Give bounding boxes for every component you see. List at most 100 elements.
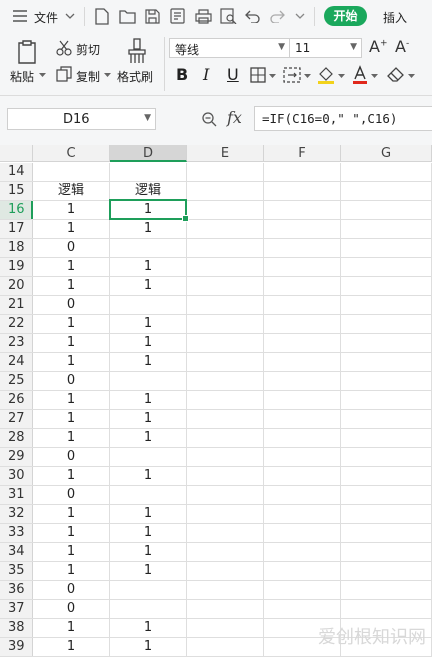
cell-c[interactable]: 1 [33, 562, 110, 580]
cell-empty[interactable] [341, 486, 432, 504]
borders-dropdown-icon[interactable] [268, 72, 276, 80]
cell-d[interactable] [110, 372, 187, 390]
increase-font-icon[interactable]: A+ [369, 37, 388, 56]
cell-empty[interactable] [264, 220, 341, 238]
cell-empty[interactable] [264, 182, 341, 200]
font-color-icon[interactable] [351, 64, 369, 86]
cell-empty[interactable] [341, 543, 432, 561]
cell-d[interactable]: 1 [110, 220, 187, 238]
cell-empty[interactable] [187, 410, 264, 428]
cell-empty[interactable] [264, 353, 341, 371]
row-header[interactable]: 18 [0, 239, 33, 257]
cell-d[interactable]: 1 [110, 562, 187, 580]
paste-button[interactable]: 粘贴 [10, 68, 34, 85]
new-file-icon[interactable] [94, 7, 110, 25]
cell-empty[interactable] [341, 277, 432, 295]
cell-empty[interactable] [264, 467, 341, 485]
cut-button[interactable]: 剪切 [76, 41, 100, 58]
cell-empty[interactable] [187, 391, 264, 409]
row-header[interactable]: 22 [0, 315, 33, 333]
cell-d[interactable]: 1 [110, 410, 187, 428]
row-header[interactable]: 25 [0, 372, 33, 390]
hamburger-menu-icon[interactable] [12, 9, 28, 23]
row-header[interactable]: 39 [0, 638, 33, 656]
name-box[interactable]: D16 ▼ [7, 108, 156, 130]
open-folder-icon[interactable] [118, 7, 136, 25]
cell-empty[interactable] [187, 467, 264, 485]
cell-empty[interactable] [341, 372, 432, 390]
column-header-c[interactable]: C [33, 145, 110, 162]
cell-empty[interactable] [264, 239, 341, 257]
cell-empty[interactable] [341, 562, 432, 580]
print-icon[interactable] [194, 7, 212, 25]
cell-empty[interactable] [187, 277, 264, 295]
column-header-f[interactable]: F [264, 145, 341, 162]
row-header[interactable]: 27 [0, 410, 33, 428]
cell-empty[interactable] [341, 296, 432, 314]
row-header[interactable]: 29 [0, 448, 33, 466]
scissors-icon[interactable] [55, 39, 73, 57]
cell-c[interactable]: 0 [33, 486, 110, 504]
row-header[interactable]: 21 [0, 296, 33, 314]
cell-empty[interactable] [264, 258, 341, 276]
cell-d[interactable]: 1 [110, 524, 187, 542]
column-header-d[interactable]: D [110, 145, 187, 162]
cell-empty[interactable] [187, 429, 264, 447]
font-color-dropdown-icon[interactable] [370, 72, 378, 80]
cell-empty[interactable] [187, 543, 264, 561]
cell-d[interactable]: 1 [110, 505, 187, 523]
cell-empty[interactable] [341, 258, 432, 276]
cell-empty[interactable] [341, 334, 432, 352]
row-header[interactable]: 34 [0, 543, 33, 561]
font-size-select[interactable]: 11 ▼ [289, 38, 362, 58]
cell-empty[interactable] [264, 448, 341, 466]
cell-empty[interactable] [264, 201, 341, 219]
cell-empty[interactable] [264, 334, 341, 352]
bold-button[interactable]: B [176, 65, 188, 84]
paste-icon[interactable] [14, 38, 40, 64]
merge-cells-icon[interactable] [282, 66, 302, 84]
cell-empty[interactable] [341, 315, 432, 333]
cell-empty[interactable] [341, 581, 432, 599]
cell-d[interactable]: 1 [110, 391, 187, 409]
cell-c[interactable]: 1 [33, 429, 110, 447]
font-size-dropdown-icon[interactable]: ▼ [350, 42, 357, 52]
cell-d[interactable]: 1 [110, 277, 187, 295]
cell-c[interactable]: 1 [33, 505, 110, 523]
eraser-icon[interactable] [386, 66, 406, 84]
cell-d[interactable] [110, 486, 187, 504]
tab-start[interactable]: 开始 [324, 6, 367, 26]
cell-empty[interactable] [187, 486, 264, 504]
cell-c[interactable]: 0 [33, 296, 110, 314]
cell-d[interactable]: 1 [110, 619, 187, 637]
cell-empty[interactable] [264, 505, 341, 523]
cell-c[interactable]: 1 [33, 201, 110, 219]
cell-empty[interactable] [264, 486, 341, 504]
name-box-dropdown-icon[interactable]: ▼ [144, 113, 151, 123]
cell-d[interactable]: 1 [110, 334, 187, 352]
cell-c[interactable]: 0 [33, 581, 110, 599]
row-header[interactable]: 31 [0, 486, 33, 504]
cell-c[interactable]: 1 [33, 277, 110, 295]
cell-empty[interactable] [341, 353, 432, 371]
cell-empty[interactable] [264, 391, 341, 409]
row-header[interactable]: 37 [0, 600, 33, 618]
cell-empty[interactable] [187, 201, 264, 219]
cell-empty[interactable] [264, 524, 341, 542]
cell-d[interactable] [110, 600, 187, 618]
cell-c[interactable]: 1 [33, 467, 110, 485]
cell-c[interactable]: 1 [33, 258, 110, 276]
cell-c[interactable]: 1 [33, 391, 110, 409]
copy-button[interactable]: 复制 [76, 68, 100, 85]
merge-dropdown-icon[interactable] [303, 72, 311, 80]
row-header[interactable]: 24 [0, 353, 33, 371]
cell-empty[interactable] [187, 448, 264, 466]
cell-empty[interactable] [264, 296, 341, 314]
decrease-font-icon[interactable]: A- [395, 37, 409, 56]
cell-d[interactable]: 1 [110, 315, 187, 333]
cell-d[interactable] [110, 296, 187, 314]
row-header[interactable]: 16 [0, 201, 33, 219]
row-header[interactable]: 23 [0, 334, 33, 352]
column-header-e[interactable]: E [187, 145, 264, 162]
cell-empty[interactable] [341, 467, 432, 485]
